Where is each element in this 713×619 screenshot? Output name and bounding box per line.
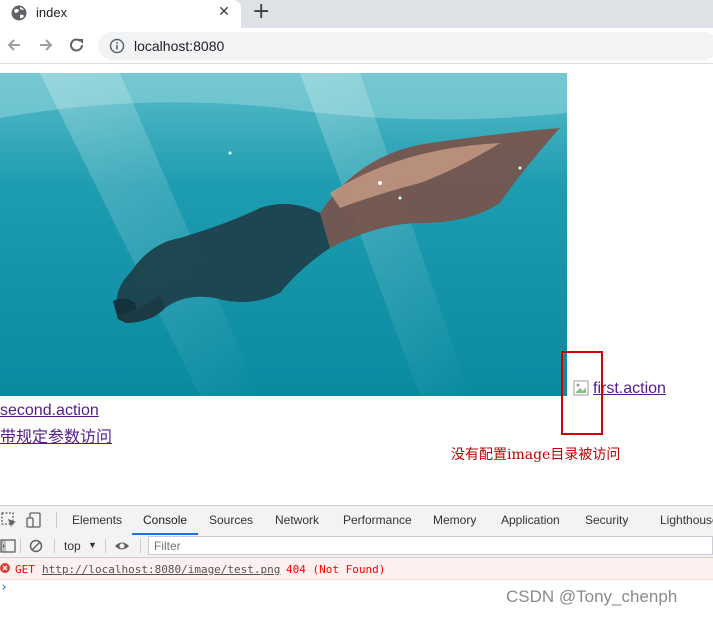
tab-strip: index ✕ + [0, 0, 713, 28]
tab-close-icon[interactable]: ✕ [215, 3, 233, 21]
annotation-text: 没有配置image目录被访问 [451, 447, 621, 463]
reload-icon[interactable] [67, 35, 87, 55]
back-arrow-icon[interactable] [4, 35, 24, 55]
console-toolbar: top ▼ [0, 535, 713, 558]
browser-toolbar: localhost:8080 [0, 28, 713, 64]
console-error-row: GET http://localhost:8080/image/test.png… [0, 558, 713, 580]
first-action-link[interactable]: first.action [593, 380, 666, 398]
devtools-tab-bar: Elements Console Sources Network Perform… [0, 505, 713, 536]
live-expression-eye-icon[interactable] [114, 538, 130, 554]
console-separator [54, 539, 55, 553]
underwater-photo [0, 73, 567, 396]
tab-security[interactable]: Security [585, 513, 628, 527]
tab-application[interactable]: Application [501, 513, 560, 527]
tab-sources[interactable]: Sources [209, 513, 253, 527]
annotation-highlight-box [561, 351, 603, 435]
globe-icon [11, 5, 27, 21]
error-method: GET [15, 563, 35, 576]
new-tab-icon[interactable]: + [252, 1, 270, 23]
params-access-link[interactable]: 带规定参数访问 [0, 423, 112, 447]
tab-memory[interactable]: Memory [433, 513, 476, 527]
tab-network[interactable]: Network [275, 513, 319, 527]
console-separator [20, 539, 21, 553]
error-icon [0, 563, 10, 573]
devtools-separator [56, 512, 57, 528]
url-text[interactable]: localhost:8080 [134, 38, 224, 54]
tab-performance[interactable]: Performance [343, 513, 412, 527]
console-separator [140, 539, 141, 553]
inspect-element-icon[interactable] [0, 511, 18, 529]
tab-title: index [36, 5, 68, 20]
address-bar[interactable]: localhost:8080 [98, 32, 713, 60]
context-selector[interactable]: top [64, 539, 81, 553]
dropdown-arrow-icon[interactable]: ▼ [88, 540, 97, 550]
console-separator [105, 539, 106, 553]
second-action-link[interactable]: second.action [0, 402, 99, 420]
tab-console[interactable]: Console [131, 513, 199, 535]
tab-lighthouse[interactable]: Lighthouse [660, 513, 713, 527]
tab-elements[interactable]: Elements [72, 513, 122, 527]
forward-arrow-icon[interactable] [36, 35, 56, 55]
sidebar-toggle-icon[interactable] [0, 538, 16, 554]
browser-tab[interactable]: index ✕ [0, 0, 241, 28]
device-toolbar-icon[interactable] [26, 511, 44, 529]
console-prompt-icon[interactable]: › [0, 580, 8, 595]
info-icon[interactable] [109, 38, 125, 54]
clear-console-icon[interactable] [28, 538, 44, 554]
filter-input[interactable] [148, 536, 713, 555]
error-url-link[interactable]: http://localhost:8080/image/test.png [42, 563, 280, 576]
error-status: 404 (Not Found) [286, 563, 386, 576]
watermark: CSDN @Tony_chenph [506, 587, 678, 606]
